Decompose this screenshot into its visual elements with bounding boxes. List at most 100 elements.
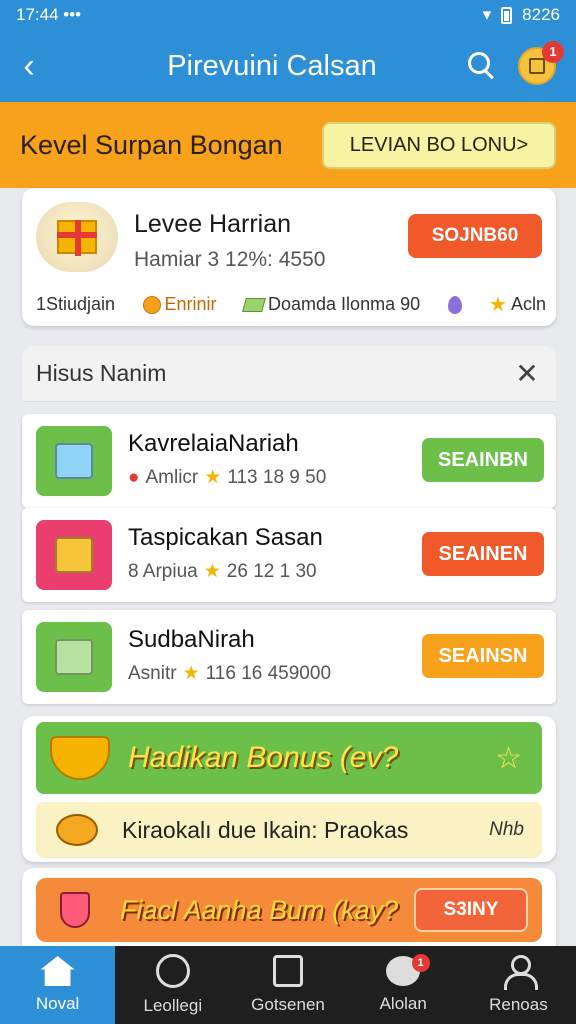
notification-button[interactable]: 1 [518, 41, 564, 85]
status-battery-text: 8226 [522, 5, 560, 24]
mission-meta-prefix: Asnitr [128, 662, 177, 684]
nav-item-2[interactable]: Leollegi [115, 946, 230, 1024]
bonus-detail[interactable]: Kiraokalı due Ikain: Praokas Nhb [36, 802, 542, 858]
mission-icon [36, 426, 112, 496]
gift-icon [36, 202, 118, 272]
battery-icon [501, 6, 513, 24]
missions-panel: Hisus Nanim ✕ KavrelaiaNariah ● Amlicr ★ 11… [22, 346, 556, 710]
notification-badge: 1 [542, 41, 564, 63]
compass-icon [155, 954, 190, 988]
status-bar: 17:44 ••• ▾ 8226 [0, 0, 576, 30]
nav-label: Gotsenen [251, 995, 325, 1014]
bucket-icon [55, 639, 93, 675]
mission-meta: Asnitr ★ 116 16 459000 [128, 662, 331, 685]
gem-icon [242, 297, 266, 312]
mission-icon [36, 622, 112, 692]
mission-row: KavrelaiaNariah ● Amlicr ★ 113 18 9 50 SEAI… [22, 414, 556, 508]
nav-item-4[interactable]: 1 Alolan [346, 946, 461, 1024]
coin-icon [142, 295, 161, 314]
daily-subtitle: Hamiar 3 12%: 4550 [134, 248, 326, 271]
nav-badge: 1 [411, 954, 430, 972]
bonus-banner[interactable]: Hadikan Bonus (ev? ☆ [36, 722, 542, 794]
mission-icon [36, 520, 112, 590]
promo-banner: Kevel Surpan Bongan LEVIAN BO LONU> [0, 102, 576, 188]
star-outline-icon[interactable]: ☆ [495, 741, 522, 776]
stat-label: 1Stiudjain [36, 294, 116, 314]
close-icon[interactable]: ✕ [512, 357, 542, 390]
mission-row: SudbaNirah Asnitr ★ 116 16 459000 SEAINSN [22, 610, 556, 704]
promo-button[interactable]: LEVIAN BO LONU> [322, 121, 556, 169]
nav-item-3[interactable]: Gotsenen [230, 946, 345, 1024]
bowl-icon [50, 736, 110, 780]
daily-card: Levee Harrian Hamiar 3 12%: 4550 SOJNB60… [22, 188, 556, 326]
bonus-title: Hadikan Bonus (ev? [128, 741, 399, 774]
nav-item-home[interactable]: Noval [0, 946, 116, 1024]
status-left: 17:44 ••• [16, 5, 81, 25]
pin-icon: ● [128, 466, 140, 488]
daily-claim-button[interactable]: SOJNB60 [408, 214, 542, 258]
stat-item: Enrinir [142, 294, 217, 315]
star-icon: ★ [203, 561, 221, 582]
feast-banner[interactable]: Fiacl Aanha Bum (kay? S3INY [36, 878, 542, 942]
nav-item-5[interactable]: Renoas [461, 946, 576, 1024]
mission-meta: ● Amlicr ★ 113 18 9 50 [128, 466, 326, 489]
mission-button[interactable]: SEAINSN [422, 634, 544, 678]
mission-meta-prefix: 8 Arpiua [128, 560, 198, 582]
mission-meta-value: 113 18 9 50 [227, 466, 327, 488]
app-bar: ‹ Pirevuini Calsan 1 [0, 30, 576, 102]
feast-card: Fiacl Aanha Bum (kay? S3INY [22, 868, 556, 946]
star-icon: ★ [204, 467, 222, 488]
feast-title: Fiacl Aanha Bum (kay? [120, 894, 399, 925]
mission-meta-value: 116 16 459000 [205, 662, 332, 684]
wifi-icon: ▾ [482, 5, 492, 24]
feast-button[interactable]: S3INY [414, 888, 528, 932]
mission-meta-prefix: Amlicr [145, 466, 199, 488]
mission-button[interactable]: SEAINEN [422, 532, 544, 576]
bonus-card: Hadikan Bonus (ev? ☆ Kiraokalı due Ikain… [22, 716, 556, 862]
star-icon: ★ [182, 663, 200, 684]
nav-label: Renoas [489, 995, 548, 1014]
mission-name: SudbaNirah [128, 626, 255, 653]
status-time: 17:44 [16, 5, 59, 24]
stat-label: Enrinir [164, 294, 217, 314]
inbox-icon [529, 58, 545, 74]
bottom-nav: Noval Leollegi Gotsenen 1 Alolan Renoas [0, 946, 576, 1024]
stat-item: ★ Acln [489, 292, 546, 317]
search-icon[interactable] [462, 46, 502, 86]
ticket-icon [55, 537, 93, 573]
list-icon [273, 955, 303, 987]
stat-item: 1Stiudjain [36, 294, 115, 315]
stat-item [447, 295, 462, 314]
nav-label: Noval [35, 994, 80, 1013]
gift-box-icon [57, 220, 97, 256]
bonus-detail-mark: Nhb [489, 819, 524, 840]
mission-button[interactable]: SEAINBN [422, 438, 544, 482]
mission-name: Taspicakan Sasan [128, 524, 323, 551]
nav-label: Alolan [379, 994, 427, 1013]
daily-stats: 1Stiudjain Enrinir Doamda Ilonma 90 ★ Acl… [36, 292, 546, 317]
cocktail-icon [60, 892, 90, 928]
box-icon [55, 443, 93, 479]
daily-title: Levee Harrian [134, 210, 292, 238]
mission-row: Taspicakan Sasan 8 Arpiua ★ 26 12 1 30 SEA… [22, 508, 556, 602]
stat-item: Doamda Ilonma 90 [242, 294, 421, 315]
stat-label: Acln [510, 294, 546, 314]
stat-label: Doamda Ilonma 90 [268, 294, 421, 314]
back-button[interactable]: ‹ [0, 30, 58, 102]
promo-text: Kevel Surpan Bongan [20, 129, 283, 160]
bonus-detail-text: Kiraokalı due Ikain: Praokas [122, 816, 409, 843]
home-icon [40, 956, 75, 986]
mission-meta-value: 26 12 1 30 [226, 560, 317, 582]
status-right: ▾ 8226 [483, 5, 560, 25]
missions-title: Hisus Nanim [36, 360, 167, 386]
star-icon: ★ [489, 294, 507, 316]
mission-meta: 8 Arpiua ★ 26 12 1 30 [128, 560, 317, 583]
drop-icon [447, 295, 462, 314]
mission-name: KavrelaiaNariah [128, 430, 299, 457]
person-icon [502, 955, 539, 990]
status-dots: ••• [63, 5, 82, 24]
nav-label: Leollegi [143, 996, 203, 1015]
missions-header: Hisus Nanim ✕ [22, 346, 556, 402]
page-title: Pirevuini Calsan [167, 49, 377, 82]
bun-icon [56, 814, 98, 846]
